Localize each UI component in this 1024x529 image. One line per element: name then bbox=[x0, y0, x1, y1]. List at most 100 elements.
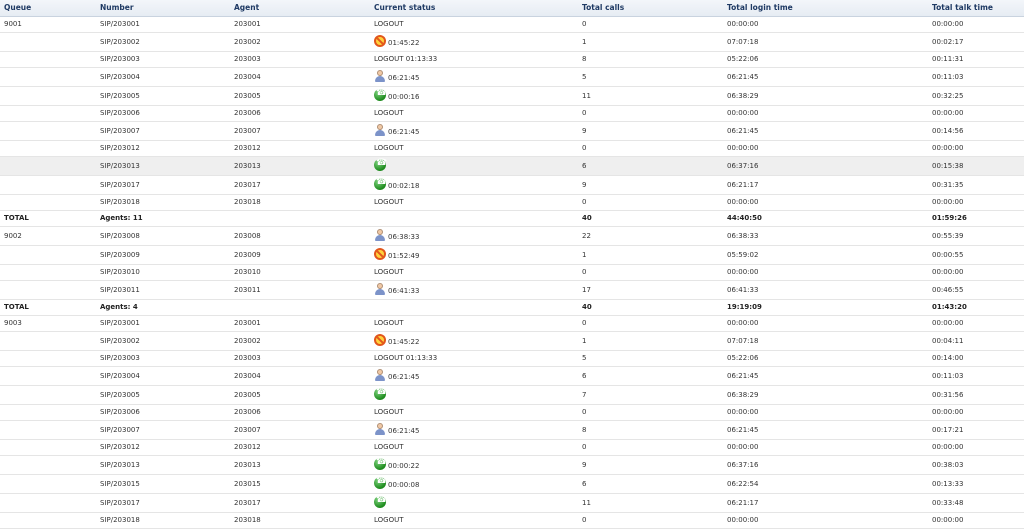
status-indicator: 00:02:18 bbox=[374, 177, 419, 190]
status-cell: 06:21:45 bbox=[370, 366, 578, 386]
table-row: 9001 SIP/203001 203001 LOGOUT 0 00:00:00 00:00… bbox=[0, 16, 1024, 33]
number-cell: SIP/203008 bbox=[96, 226, 230, 246]
talk-time-cell: 00:02:17 bbox=[928, 32, 1024, 52]
status-text: 01:45:22 bbox=[388, 337, 420, 346]
col-header-login[interactable]: Total login time bbox=[723, 0, 928, 17]
status-indicator: 00:00:08 bbox=[374, 476, 419, 489]
agent-cell: 203001 bbox=[230, 16, 370, 33]
status-text: 06:38:33 bbox=[388, 232, 420, 241]
status-indicator bbox=[374, 158, 388, 171]
table-row: SIP/203005203005 706:38:2900:31:56 bbox=[0, 385, 1024, 405]
queue-cell bbox=[0, 512, 96, 529]
busy-icon bbox=[374, 34, 386, 47]
calls-cell: 7 bbox=[578, 385, 723, 405]
login-time-cell: 07:07:18 bbox=[723, 331, 928, 351]
number-cell: SIP/203012 bbox=[96, 439, 230, 456]
number-cell: SIP/203006 bbox=[96, 105, 230, 122]
col-header-status[interactable]: Current status bbox=[370, 0, 578, 17]
agent-cell: 203011 bbox=[230, 280, 370, 300]
status-cell: 06:38:33 bbox=[370, 226, 578, 246]
number-cell: SIP/203015 bbox=[96, 474, 230, 494]
talk-time-cell: 00:00:00 bbox=[928, 194, 1024, 211]
number-cell: SIP/203002 bbox=[96, 331, 230, 351]
calls-cell: 17 bbox=[578, 280, 723, 300]
login-time-cell: 19:19:09 bbox=[723, 299, 928, 316]
table-row: SIP/203006 203006 LOGOUT 0 00:00:00 00:00:00 bbox=[0, 105, 1024, 122]
status-indicator bbox=[374, 495, 388, 508]
number-cell: SIP/203004 bbox=[96, 67, 230, 87]
queue-cell bbox=[0, 67, 96, 87]
login-time-cell: 06:37:16 bbox=[723, 156, 928, 176]
table-row: 9002 SIP/203008 203008 06:38:33 22 06:38:33 00… bbox=[0, 226, 1024, 246]
status-text: 01:52:49 bbox=[388, 251, 420, 260]
calls-cell: 9 bbox=[578, 121, 723, 141]
login-time-cell: 06:21:17 bbox=[723, 175, 928, 195]
col-header-calls[interactable]: Total calls bbox=[578, 0, 723, 17]
talk-time-cell: 00:38:03 bbox=[928, 455, 1024, 475]
queue-cell bbox=[0, 32, 96, 52]
talk-time-cell: 00:31:56 bbox=[928, 385, 1024, 405]
table-row: SIP/203013203013 00:00:22 906:37:1600:38:0… bbox=[0, 455, 1024, 475]
login-time-cell: 06:21:45 bbox=[723, 121, 928, 141]
status-cell: LOGOUT bbox=[370, 404, 578, 421]
number-cell: SIP/203005 bbox=[96, 385, 230, 405]
login-time-cell: 05:59:02 bbox=[723, 245, 928, 265]
calls-cell: 1 bbox=[578, 331, 723, 351]
login-time-cell: 06:21:45 bbox=[723, 420, 928, 440]
login-time-cell: 00:00:00 bbox=[723, 439, 928, 456]
status-cell: 06:41:33 bbox=[370, 280, 578, 300]
table-row: SIP/203004 203004 06:21:45 6 06:21:45 00:11:0… bbox=[0, 366, 1024, 386]
queue-cell: TOTAL bbox=[0, 299, 96, 316]
queue-cell bbox=[0, 156, 96, 176]
table-row: SIP/203009 203009 01:52:49 1 05:59:02 00:00:5… bbox=[0, 245, 1024, 265]
status-cell: 00:00:08 bbox=[370, 474, 578, 494]
calls-cell: 11 bbox=[578, 86, 723, 106]
login-time-cell: 00:00:00 bbox=[723, 404, 928, 421]
calls-cell: 0 bbox=[578, 105, 723, 122]
status-text: 00:00:16 bbox=[388, 92, 420, 101]
table-row: SIP/203004 203004 06:21:45 5 06:21:45 00:11:0… bbox=[0, 67, 1024, 87]
status-cell bbox=[370, 385, 578, 405]
status-cell: 06:21:45 bbox=[370, 67, 578, 87]
agent-cell: 203006 bbox=[230, 404, 370, 421]
queue-cell bbox=[0, 350, 96, 367]
agent-cell: 203017 bbox=[230, 175, 370, 195]
queue-cell bbox=[0, 404, 96, 421]
status-indicator bbox=[374, 387, 388, 400]
table-row: SIP/203003 203003 LOGOUT 01:13:33 8 05:22:06… bbox=[0, 51, 1024, 68]
calls-cell: 22 bbox=[578, 226, 723, 246]
calls-cell: 0 bbox=[578, 315, 723, 332]
status-indicator: 06:21:45 bbox=[374, 69, 419, 82]
status-indicator: 06:21:45 bbox=[374, 422, 419, 435]
queue-cell bbox=[0, 366, 96, 386]
col-header-talk[interactable]: Total talk time bbox=[928, 0, 1024, 17]
col-header-number[interactable]: Number bbox=[96, 0, 230, 17]
table-row: SIP/203012 203012 LOGOUT 0 00:00:00 00:00:00 bbox=[0, 140, 1024, 157]
talk-time-cell: 00:00:00 bbox=[928, 512, 1024, 529]
table-row: SIP/203002 203002 01:45:22 1 07:07:18 00:04:1… bbox=[0, 331, 1024, 351]
calls-cell: 6 bbox=[578, 366, 723, 386]
status-indicator: 06:21:45 bbox=[374, 368, 419, 381]
talk-time-cell: 01:43:20 bbox=[928, 299, 1024, 316]
phone-icon bbox=[374, 457, 387, 470]
number-cell: SIP/203004 bbox=[96, 366, 230, 386]
agent-cell: 203012 bbox=[230, 439, 370, 456]
status-text: 06:21:45 bbox=[388, 127, 420, 136]
agent-cell: 203012 bbox=[230, 140, 370, 157]
login-time-cell: 44:40:50 bbox=[723, 210, 928, 227]
login-time-cell: 00:00:00 bbox=[723, 512, 928, 529]
calls-cell: 8 bbox=[578, 420, 723, 440]
queue-cell bbox=[0, 474, 96, 494]
number-cell: SIP/203013 bbox=[96, 455, 230, 475]
status-cell bbox=[370, 299, 578, 316]
status-indicator: 01:52:49 bbox=[374, 247, 420, 260]
talk-time-cell: 00:46:55 bbox=[928, 280, 1024, 300]
col-header-queue[interactable]: Queue bbox=[0, 0, 96, 17]
col-header-agent[interactable]: Agent bbox=[230, 0, 370, 17]
table-row: SIP/203017203017 00:02:18 906:21:1700:31:3… bbox=[0, 175, 1024, 195]
status-indicator: 06:41:33 bbox=[374, 282, 419, 295]
agent-cell: 203003 bbox=[230, 350, 370, 367]
agent-cell: 203007 bbox=[230, 121, 370, 141]
talk-time-cell: 00:15:38 bbox=[928, 156, 1024, 176]
number-cell: SIP/203001 bbox=[96, 315, 230, 332]
